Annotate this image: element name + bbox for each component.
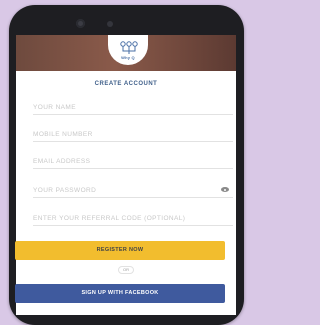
password-input[interactable]: YOUR PASSWORD [33, 184, 233, 198]
create-account-title: CREATE ACCOUNT [94, 81, 158, 87]
tri-pin-icon [120, 41, 138, 54]
eye-icon[interactable] [221, 187, 229, 192]
facebook-signup-button[interactable]: SIGN UP WITH FACEBOOK [15, 284, 225, 303]
referral-code-input[interactable]: ENTER YOUR REFERRAL CODE (OPTIONAL) [33, 212, 233, 226]
email-input[interactable]: EMAIL ADDRESS [33, 155, 233, 169]
mobile-number-input[interactable]: MOBILE NUMBER [33, 128, 233, 142]
register-now-button[interactable]: REGISTER NOW [15, 241, 225, 260]
front-camera [76, 19, 85, 28]
proximity-sensor [107, 21, 113, 27]
password-placeholder: YOUR PASSWORD [33, 187, 97, 194]
name-input[interactable]: YOUR NAME [33, 101, 233, 115]
logo-text: Why Q [121, 55, 135, 60]
or-divider: OR [118, 266, 134, 274]
